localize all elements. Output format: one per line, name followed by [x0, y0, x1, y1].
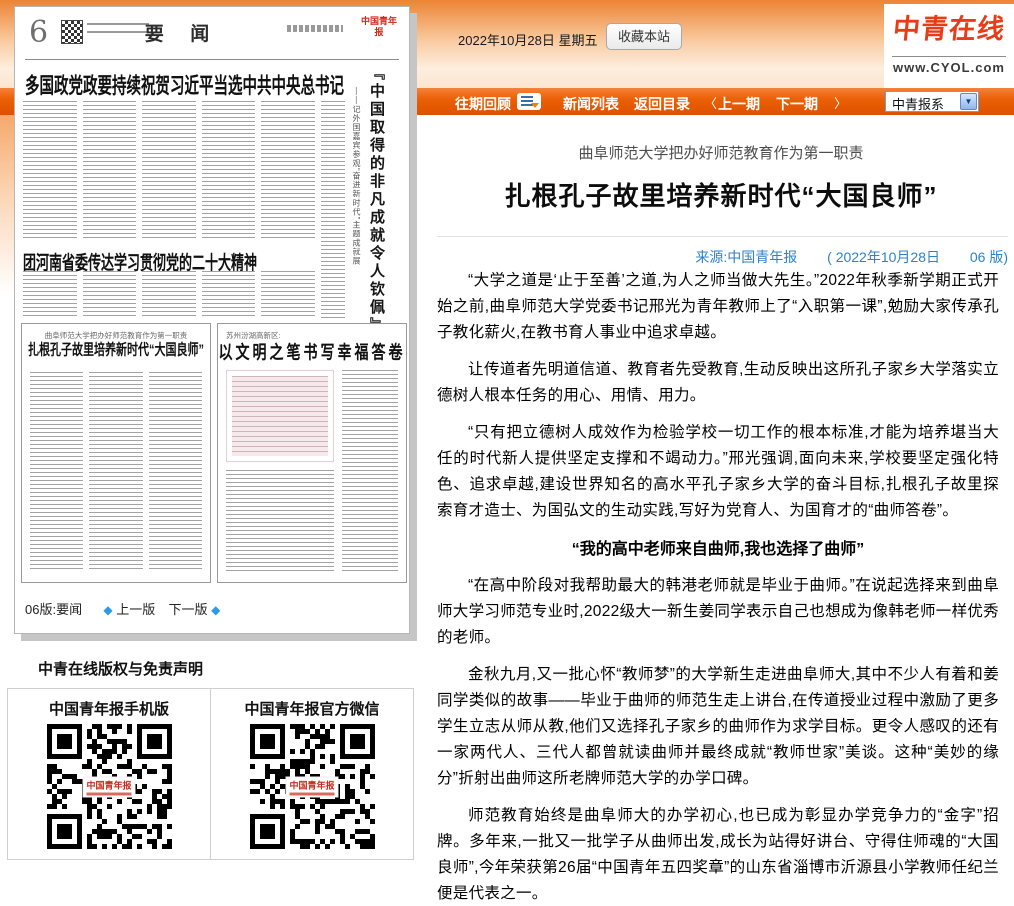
qr-code-panel: 中国青年报手机版 中国青年报 中国青年报官方微信 中国青年报 [7, 688, 414, 860]
article-title: 扎根孔子故里培养新时代“大国良师” [428, 176, 1014, 213]
epaper-page: 2022年10月28日 星期五 收藏本站 中青在线 www.CYOL.com 往… [0, 0, 1014, 906]
newspaper-page-preview[interactable]: 6 要 闻 中国青年报 多国政党政要持续祝贺习近平当选中共中央总书记 团河南省委… [14, 6, 410, 634]
article-columns [30, 372, 202, 572]
header-date: 2022年10月28日 星期五 [458, 30, 597, 49]
newsprint-text-column [202, 271, 256, 319]
article-body: “大学之道是‘止于至善’之道,为人之师当做大先生。”2022年秋季新学期正式开始… [437, 268, 999, 906]
article-page-no: 06 版) [970, 249, 1008, 265]
publication-select[interactable]: 中青报系 ▼ [885, 91, 979, 112]
paragraph: “在高中阶段对我帮助最大的韩港老师就是毕业于曲师。”在说起选择来到曲阜师大学习师… [437, 573, 999, 651]
issue-list-dropdown-icon[interactable] [517, 93, 541, 110]
headline-vertical-subtitle: ——记外国嘉宾参观“奋进新时代”主题成就展 [351, 87, 362, 297]
headline-vertical[interactable]: 『中国取得的非凡成就令人钦佩』 [367, 65, 388, 329]
newsprint-text-column [261, 271, 315, 319]
favorite-site-button[interactable]: 收藏本站 [606, 23, 682, 50]
prev-page-link[interactable]: 上一版 [116, 602, 155, 617]
publication-select-value: 中青报系 [892, 94, 944, 113]
next-issue-chevron-icon: 〉 [834, 93, 847, 115]
qr-code-image: 中国青年报 [250, 724, 375, 849]
section-title: 要 闻 [15, 19, 349, 46]
page-navigation: 06版:要闻 ◆ 上一版 下一版 ◆ [25, 599, 220, 618]
headline-main[interactable]: 多国政党政要持续祝贺习近平当选中共中央总书记 [25, 69, 355, 101]
page-label: 06版:要闻 [25, 602, 82, 617]
logo-url: www.CYOL.com [892, 56, 1006, 75]
newsprint-text-column [321, 101, 345, 319]
nav-prev-issue[interactable]: 上一期 [718, 93, 760, 115]
boxed-article-1[interactable]: 曲阜师范大学把办好师范教育作为第一职责 扎根孔子故里培养新时代“大国良师” [21, 323, 211, 583]
paragraph: “大学之道是‘止于至善’之道,为人之师当做大先生。”2022年秋季新学期正式开始… [437, 268, 999, 346]
qr-title: 中国青年报官方微信 [211, 698, 413, 719]
newsprint-text-column [89, 372, 142, 572]
next-page-link[interactable]: 下一版 [168, 602, 207, 617]
article-source: 来源:中国青年报 [695, 249, 797, 265]
qr-center-label: 中国青年报 [285, 776, 338, 797]
newsprint-text-column [142, 271, 196, 319]
qr-title: 中国青年报手机版 [8, 698, 210, 719]
copyright-notice-title: 中青在线版权与免责声明 [38, 658, 203, 679]
article-subheading: “我的高中老师来自曲师,我也选择了曲师” [437, 535, 999, 559]
newsprint-text-column [226, 470, 334, 572]
paragraph: 金秋九月,又一批心怀“教师梦”的大学新生走进曲阜师大,其中不少人有着和姜同学类似… [437, 662, 999, 792]
qr-code-image: 中国青年报 [47, 724, 172, 849]
nav-next-issue[interactable]: 下一期 [776, 93, 818, 115]
paragraph: 让传道者先明道信道、教育者先受教育,生动反映出这所孔子家乡大学落实立德树人根本任… [437, 357, 999, 409]
paragraph: 师范教育始终是曲阜师大的办学初心,也已成为彰显办学竞争力的“金字”招牌。多年来,… [437, 803, 999, 906]
qr-cell-mobile: 中国青年报手机版 中国青年报 [8, 689, 210, 859]
site-logo[interactable]: 中青在线 www.CYOL.com [884, 4, 1014, 88]
article-source-row: 来源:中国青年报 ( 2022年10月28日 06 版) [437, 236, 1008, 267]
masthead-date-lines [287, 25, 343, 32]
newsprint-text-column [342, 370, 398, 572]
qr-center-label: 中国青年报 [82, 776, 135, 797]
nav-back-issues[interactable]: 往期回顾 [455, 93, 511, 115]
nav-back-to-contents[interactable]: 返回目录 [634, 93, 690, 115]
newsprint-text-column [202, 101, 256, 241]
newsprint-text-column [149, 372, 202, 572]
article-date: ( 2022年10月28日 [827, 249, 940, 265]
chevron-down-icon: ▼ [960, 93, 977, 110]
logo-calligraphy: 中青在线 [881, 4, 1014, 56]
boxed-article-1-title[interactable]: 扎根孔子故里培养新时代“大国良师” [23, 338, 209, 360]
newsprint-text-column [30, 372, 83, 572]
article-columns [23, 271, 315, 319]
prev-page-diamond-icon: ◆ [103, 603, 112, 617]
boxed-article-2-title[interactable]: 以文明之笔书写幸福答卷 [218, 339, 406, 365]
next-page-diamond-icon: ◆ [211, 603, 220, 617]
boxed-article-2[interactable]: 苏州汾湖高新区: 以文明之笔书写幸福答卷 [217, 323, 407, 583]
paragraph: “只有把立德树人成效作为检验学校一切工作的根本标准,才能为培养堪当大任的时代新人… [437, 420, 999, 524]
newsprint-text-column [83, 101, 137, 241]
newsprint-text-column [23, 271, 77, 319]
newsprint-text-column [83, 271, 137, 319]
masthead-rule [25, 59, 399, 60]
newsprint-text-column [142, 101, 196, 241]
masthead-brand: 中国青年报 [359, 17, 399, 39]
qr-cell-wechat: 中国青年报官方微信 中国青年报 [210, 689, 413, 859]
intro-highlight-block [226, 370, 334, 462]
nav-news-list[interactable]: 新闻列表 [563, 93, 619, 115]
article-columns [23, 101, 315, 241]
newsprint-text-column [23, 101, 77, 241]
newsprint-text-column [261, 101, 315, 241]
article-kicker: 曲阜师范大学把办好师范教育作为第一职责 [428, 142, 1014, 163]
prev-issue-chevron-icon: 〈 [704, 93, 717, 115]
